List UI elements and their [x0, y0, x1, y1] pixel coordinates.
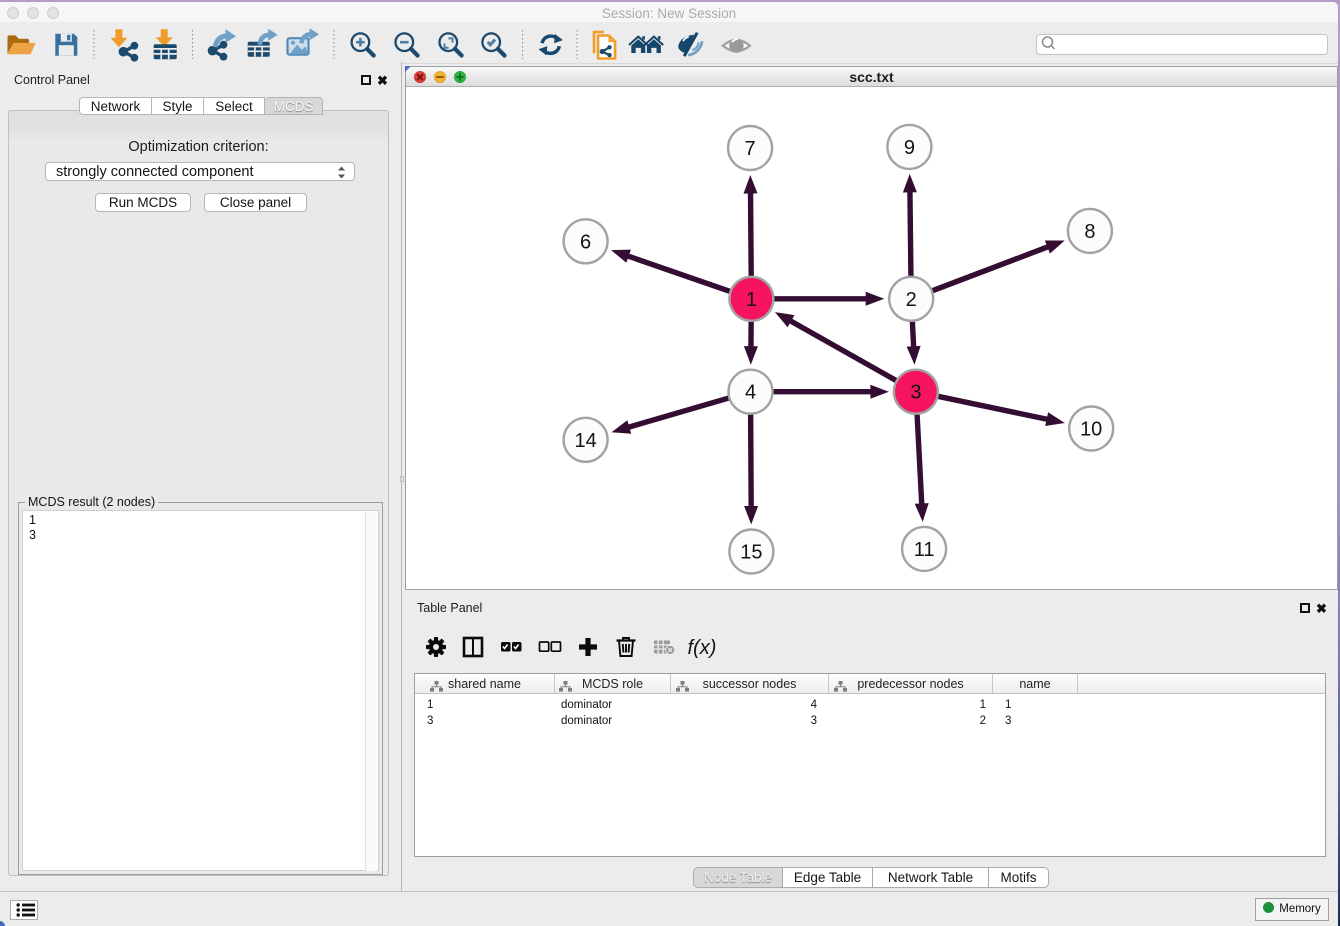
svg-text:f(x): f(x) — [688, 637, 717, 659]
svg-text:10: 10 — [1080, 419, 1102, 441]
svg-text:2: 2 — [906, 289, 917, 311]
svg-text:8: 8 — [1084, 221, 1095, 243]
svg-text:4: 4 — [745, 382, 756, 404]
svg-text:1: 1 — [746, 289, 757, 311]
svg-text:11: 11 — [914, 539, 935, 561]
svg-text:3: 3 — [910, 382, 921, 404]
svg-text:9: 9 — [904, 137, 915, 159]
svg-text:14: 14 — [574, 430, 596, 452]
svg-text:7: 7 — [745, 138, 756, 160]
svg-text:6: 6 — [580, 231, 591, 253]
svg-text:15: 15 — [740, 542, 762, 564]
